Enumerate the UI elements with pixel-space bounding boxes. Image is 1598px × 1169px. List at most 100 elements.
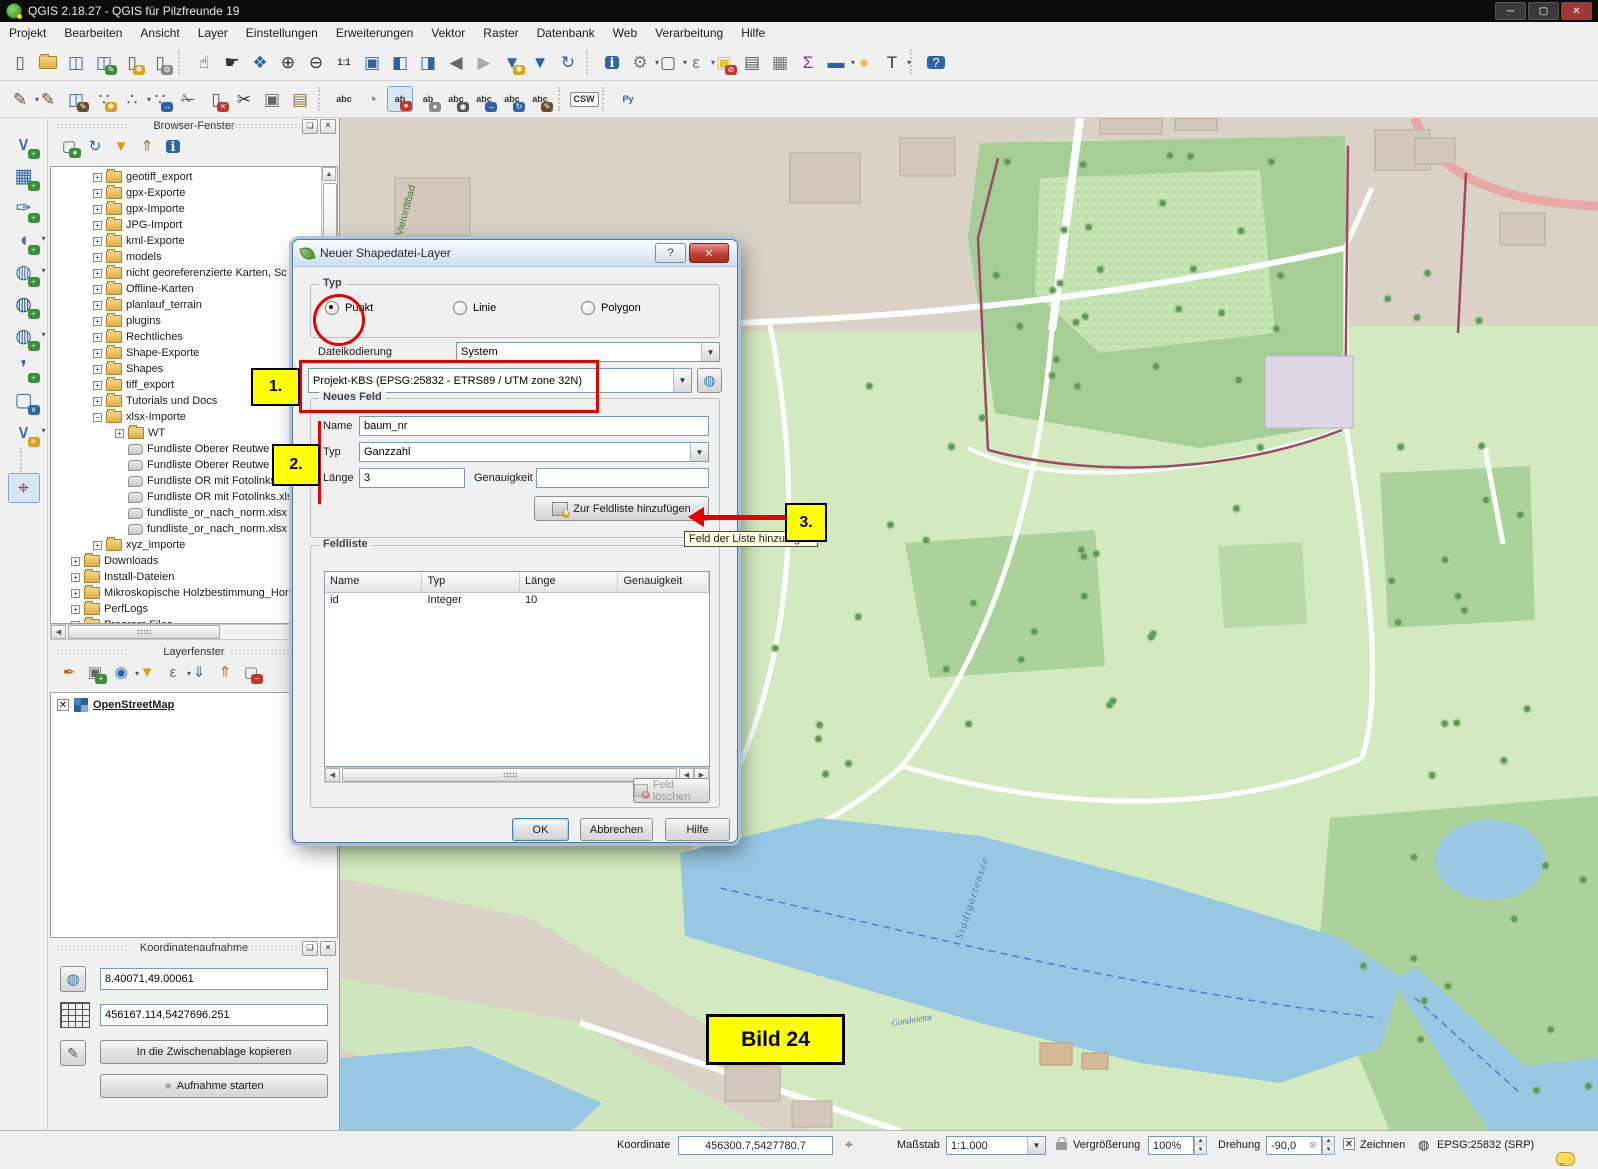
- table-header-name[interactable]: Name: [325, 572, 422, 592]
- toolbar-button-save-project[interactable]: ◫: [63, 49, 89, 75]
- toolbar-button-open-layer-styling[interactable]: ✒: [57, 660, 81, 684]
- toolbar-button-label-highlight[interactable]: ab●: [387, 86, 413, 112]
- expand-icon[interactable]: +: [93, 381, 102, 390]
- toolbar-button-cut-features[interactable]: ✂: [231, 86, 257, 112]
- toolbar-button-current-edits[interactable]: ✎▾: [7, 86, 33, 112]
- field-list-table[interactable]: NameTypLängeGenauigkeit idInteger10: [324, 571, 710, 767]
- geo-coordinate-field[interactable]: 8.40071,49.00061: [100, 968, 328, 990]
- lock-scale-icon[interactable]: [1056, 1142, 1067, 1150]
- tree-item[interactable]: +plugins: [51, 313, 321, 329]
- tree-item[interactable]: +gpx-Exporte: [51, 185, 321, 201]
- table-header-länge[interactable]: Länge: [520, 572, 618, 592]
- layer-checkbox[interactable]: ✕: [57, 699, 69, 711]
- scroll-up-arrow[interactable]: ▲: [322, 167, 336, 181]
- menu-item-ansicht[interactable]: Ansicht: [131, 24, 188, 42]
- delete-field-button[interactable]: ✕ Feld löschen: [633, 778, 710, 803]
- tree-item[interactable]: Fundliste OR mit Fotolinks.xls: [51, 489, 321, 505]
- toolbar-button-filter-by-expression[interactable]: ε▾: [161, 660, 185, 684]
- ok-button[interactable]: OK: [512, 818, 569, 841]
- menu-item-vektor[interactable]: Vektor: [422, 24, 474, 42]
- toolbar-button-add-vector-layer[interactable]: ∨+: [8, 129, 40, 159]
- chevron-down-icon[interactable]: ▼: [1027, 1137, 1045, 1154]
- dialog-close-button[interactable]: ✕: [689, 243, 729, 263]
- tree-item[interactable]: +Rechtliches: [51, 329, 321, 345]
- tree-item[interactable]: fundliste_or_nach_norm.xlsx: [51, 505, 321, 521]
- radio-option-linie[interactable]: Linie: [453, 301, 581, 315]
- toolbar-button-add-feature[interactable]: ∵✱: [91, 86, 117, 112]
- toolbar-button-new-shapefile-layer[interactable]: ∨✳▾: [8, 417, 40, 447]
- menu-item-projekt[interactable]: Projekt: [0, 24, 55, 42]
- tree-item[interactable]: +geotiff_export: [51, 169, 321, 185]
- projected-coordinate-field[interactable]: 456167.114,5427696.251: [100, 1004, 328, 1026]
- menu-item-einstellungen[interactable]: Einstellungen: [237, 24, 327, 42]
- tree-item[interactable]: +xyz_importe: [51, 537, 321, 553]
- close-panel-button[interactable]: ✕: [320, 941, 336, 956]
- maximize-button[interactable]: ▢: [1528, 2, 1559, 20]
- menu-item-web[interactable]: Web: [604, 24, 646, 42]
- expand-icon[interactable]: +: [93, 349, 102, 358]
- toolbar-button-new-print-composer[interactable]: ▯✱: [119, 49, 145, 75]
- rotation-input[interactable]: -90,0 ⊗: [1266, 1136, 1322, 1155]
- expand-icon[interactable]: +: [93, 301, 102, 310]
- radio-option-polygon[interactable]: Polygon: [581, 301, 709, 315]
- toolbar-button-label-pin[interactable]: ab●: [415, 86, 441, 112]
- toolbar-button-save-layer-edits[interactable]: ◫✎: [63, 86, 89, 112]
- expand-icon[interactable]: +: [71, 573, 80, 582]
- toolbar-button-pan-map[interactable]: ☛: [219, 49, 245, 75]
- expand-icon[interactable]: +: [93, 333, 102, 342]
- encoding-combo[interactable]: System ▼: [456, 342, 720, 362]
- table-row[interactable]: idInteger10: [325, 593, 709, 610]
- tree-item[interactable]: +gpx-Importe: [51, 201, 321, 217]
- toolbar-button-collapse-all-browser[interactable]: ⇑: [135, 134, 159, 158]
- scale-combo[interactable]: 1:1.000 ▼: [946, 1136, 1046, 1155]
- expand-icon[interactable]: +: [93, 317, 102, 326]
- tree-item[interactable]: fundliste_or_nach_norm.xlsx: [51, 521, 321, 537]
- menu-item-erweiterungen[interactable]: Erweiterungen: [327, 24, 422, 42]
- toolbar-button-label-show-hide[interactable]: abc◉: [443, 86, 469, 112]
- toolbar-button-open-project[interactable]: [35, 49, 61, 75]
- tree-item[interactable]: +Shape-Exporte: [51, 345, 321, 361]
- toolbar-button-copy-features[interactable]: ▣: [259, 86, 285, 112]
- toolbar-button-add-selected-layers[interactable]: ▢●: [57, 134, 81, 158]
- toolbar-button-add-wfs-layer[interactable]: ◍+▾: [8, 321, 40, 351]
- menu-item-hilfe[interactable]: Hilfe: [732, 24, 774, 42]
- toolbar-button-zoom-to-selection[interactable]: ◧: [387, 49, 413, 75]
- toolbar-button-expand-all[interactable]: ⇓: [187, 660, 211, 684]
- tree-item[interactable]: +planlauf_terrain: [51, 297, 321, 313]
- scrollbar-thumb[interactable]: [68, 625, 220, 639]
- tree-item[interactable]: +nicht georeferenzierte Karten, Sc: [51, 265, 321, 281]
- expand-icon[interactable]: +: [93, 237, 102, 246]
- collapse-icon[interactable]: −: [93, 413, 102, 422]
- toolbar-button-move-feature[interactable]: ∵→: [147, 86, 173, 112]
- tree-item[interactable]: +kml-Exporte: [51, 233, 321, 249]
- toolbar-button-new-bookmark[interactable]: ▼✱: [499, 49, 525, 75]
- toolbar-button-map-tips[interactable]: ●: [851, 49, 877, 75]
- toolbar-button-pan-to-selection[interactable]: ❖: [247, 49, 273, 75]
- toolbar-button-filter-legend[interactable]: ▼: [135, 660, 159, 684]
- toolbar-button-paste-features[interactable]: ▤: [287, 86, 313, 112]
- tree-item[interactable]: +Offline-Karten: [51, 281, 321, 297]
- tree-item[interactable]: +Install-Dateien: [51, 569, 321, 585]
- expand-icon[interactable]: +: [115, 429, 124, 438]
- menu-item-datenbank[interactable]: Datenbank: [528, 24, 604, 42]
- scroll-left-arrow[interactable]: ◀: [325, 768, 340, 782]
- expand-icon[interactable]: +: [93, 541, 102, 550]
- crs-status-globe-icon[interactable]: ◍: [1418, 1137, 1429, 1153]
- menu-item-raster[interactable]: Raster: [474, 24, 527, 42]
- magnifier-input[interactable]: 100%: [1148, 1136, 1194, 1155]
- tree-item[interactable]: −xlsx-Importe: [51, 409, 321, 425]
- expand-icon[interactable]: +: [71, 589, 80, 598]
- toolbar-button-touch-zoom[interactable]: ☝: [191, 49, 217, 75]
- radio-icon[interactable]: [453, 301, 467, 315]
- select-crs-button[interactable]: ◍: [697, 368, 722, 393]
- toolbar-button-coordinate-capture[interactable]: ⌖: [8, 473, 40, 503]
- toolbar-button-add-virtual-layer[interactable]: ▢∨: [8, 385, 40, 415]
- menu-item-layer[interactable]: Layer: [189, 24, 237, 42]
- float-panel-button[interactable]: ❏: [302, 941, 318, 956]
- expand-icon[interactable]: +: [93, 285, 102, 294]
- clear-rotation-icon[interactable]: ⊗: [1309, 1140, 1317, 1151]
- start-capture-button[interactable]: ⌖Aufnahme starten: [100, 1074, 328, 1098]
- toolbar-button-run-feature-action[interactable]: ⚙▾: [627, 49, 653, 75]
- toolbar-button-refresh-browser[interactable]: ↻: [83, 134, 107, 158]
- toolbar-button-composer-manager[interactable]: ▯⚙: [147, 49, 173, 75]
